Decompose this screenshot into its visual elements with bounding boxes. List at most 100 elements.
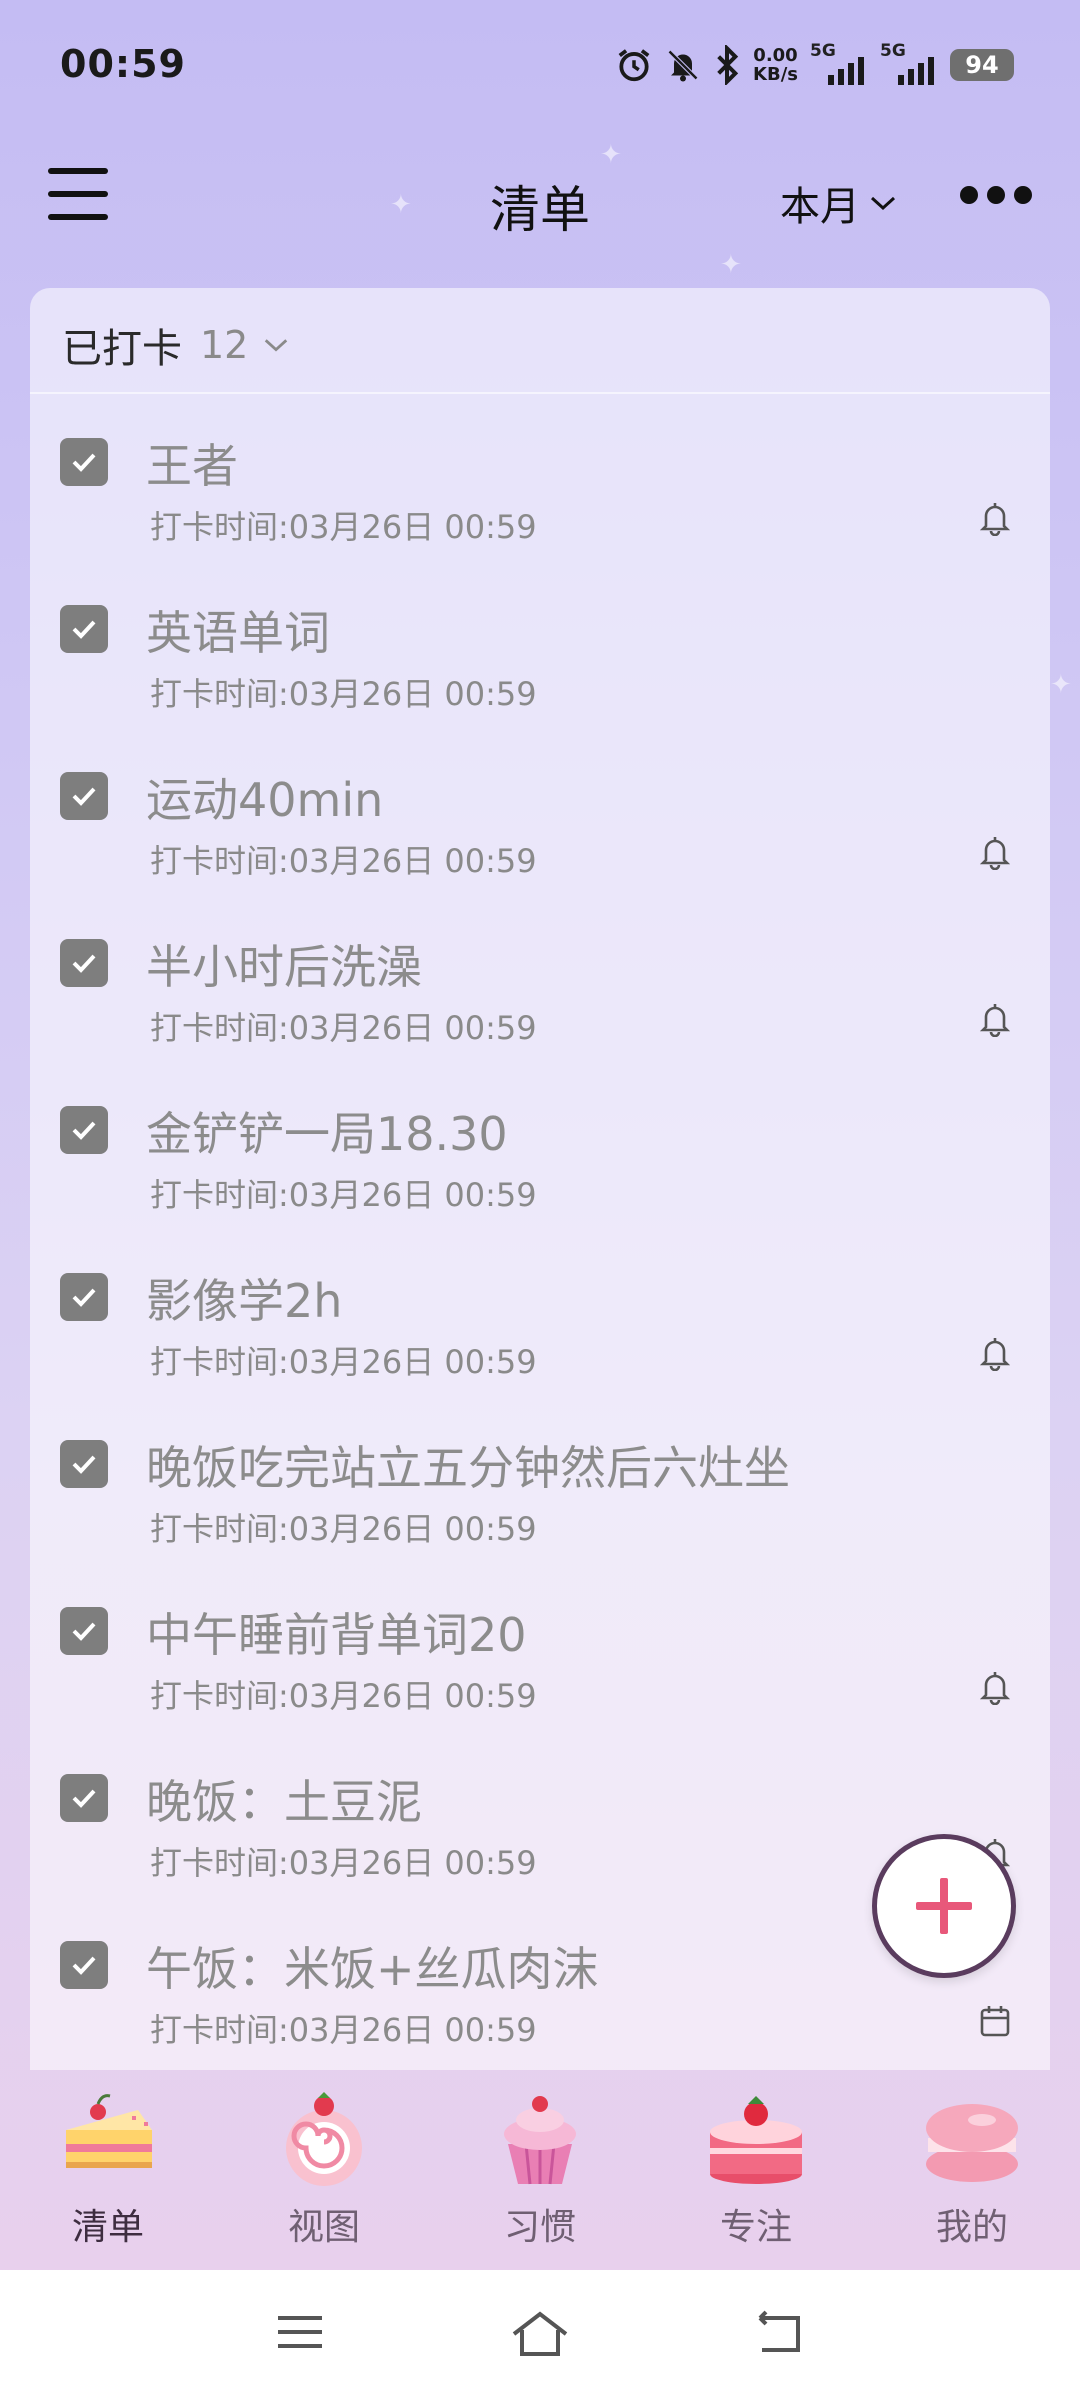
task-title: 晚饭吃完站立五分钟然后六灶坐 [146,1441,790,1495]
chevron-down-icon [265,339,288,352]
sparkle-decoration: ✦ [1050,670,1072,700]
network-speed-unit: KB/s [753,64,798,85]
more-options-button[interactable] [960,186,1032,204]
alarm-icon [618,49,650,82]
task-checkin-time: 打卡时间:03月26日 00:59 [150,1343,537,1381]
checkmark-icon [72,954,96,973]
task-row[interactable]: 影像学2h 打卡时间:03月26日 00:59 [30,1235,1050,1402]
bluetooth-icon [717,45,739,85]
signal-strength-1: 5G [810,41,868,85]
task-checkbox[interactable] [60,1607,108,1655]
task-checkbox[interactable] [60,772,108,820]
task-checkin-time: 打卡时间:03月26日 00:59 [150,1510,537,1548]
app-header: 清单 本月 [0,150,1080,250]
bell-icon [979,1672,1011,1705]
back-icon[interactable] [754,2310,804,2356]
task-row[interactable]: 晚饭吃完站立五分钟然后六灶坐打卡时间:03月26日 00:59 [30,1402,1050,1569]
task-title: 王者 [146,439,238,493]
task-title: 金铲铲一局18.30 [146,1107,508,1161]
checkmark-icon [72,453,96,472]
bell-icon [979,1338,1011,1371]
task-checkbox[interactable] [60,1273,108,1321]
checkmark-icon [72,1956,96,1975]
task-checkbox[interactable] [60,939,108,987]
task-row[interactable]: 中午睡前背单词20 打卡时间:03月26日 00:59 [30,1569,1050,1736]
nav-label: 视图 [287,2207,360,2248]
task-row[interactable]: 王者打卡时间:03月26日 00:59 [30,400,1050,567]
task-row[interactable]: 英语单词 打卡时间:03月26日 00:59 [30,567,1050,734]
task-checkin-time: 打卡时间:03月26日 00:59 [150,1677,537,1715]
nav-item-habit[interactable]: 习惯 [432,2070,648,2270]
status-icons: 0.00 KB/s 5G 5G 94 [615,40,1014,90]
task-row[interactable]: 运动40min 打卡时间:03月26日 00:59 [30,734,1050,901]
group-title: 已打卡 [62,326,182,372]
task-list-card: 已打卡 12 王者 打卡时间:03月26日 00:59 英语单词 打卡时间:03月26… [30,288,1050,2070]
task-checkbox[interactable] [60,605,108,653]
macaron-icon [926,2104,1018,2182]
home-icon[interactable] [510,2310,570,2358]
bell-icon [979,503,1011,536]
cupcake-icon [504,2096,576,2185]
signal-strength-2: 5G [880,41,938,85]
network-speed-value: 0.00 [753,45,798,66]
task-row[interactable]: 半小时后洗澡打卡时间:03月26日 00:59 [30,901,1050,1068]
page-title: 清单 [490,181,590,239]
status-time: 00:59 [60,42,186,86]
task-checkin-time: 打卡时间:03月26日 00:59 [150,842,537,880]
checkmark-icon [72,787,96,806]
network-speed: 0.00 KB/s [753,46,798,84]
nav-label: 专注 [719,2207,792,2248]
nav-label: 习惯 [503,2207,576,2248]
task-checkin-time: 打卡时间:03月26日 00:59 [150,1844,537,1882]
task-checkbox[interactable] [60,1774,108,1822]
nav-item-view[interactable]: 视图 [216,2070,432,2270]
system-navigation-bar [0,2270,1080,2400]
bell-icon [979,1004,1011,1037]
more-dot-icon [960,186,978,204]
strawberry-cake-icon [710,2096,802,2184]
signal-icon [898,57,934,85]
task-list: 王者 打卡时间:03月26日 00:59 英语单词 打卡时间:03月26日 00:59… [30,400,1050,2070]
period-dropdown[interactable]: 本月 [780,174,898,232]
group-count: 12 [200,323,249,367]
checkmark-icon [72,1288,96,1307]
checkmark-icon [72,1789,96,1808]
task-title: 英语单词 [146,606,330,660]
task-title: 中午睡前背单词20 [146,1608,527,1662]
more-dot-icon [1014,186,1032,204]
task-title: 晚饭：土豆泥 [146,1775,422,1829]
add-task-button[interactable] [872,1834,1016,1978]
plus-icon [916,1878,972,1934]
checkmark-icon [72,1455,96,1474]
task-title: 半小时后洗澡 [146,940,422,994]
completed-group-header[interactable]: 已打卡 12 [62,316,290,374]
nav-label: 我的 [935,2207,1008,2248]
nav-item-profile[interactable]: 我的 [864,2070,1080,2270]
checkmark-icon [72,620,96,639]
task-title: 运动40min [146,773,384,827]
checkmark-icon [72,1121,96,1140]
task-checkbox[interactable] [60,1440,108,1488]
task-checkin-time: 打卡时间:03月26日 00:59 [150,1176,537,1214]
task-checkbox[interactable] [60,1106,108,1154]
sparkle-decoration: ✦ [720,250,742,280]
task-title: 影像学2h [146,1274,343,1328]
task-checkin-time: 打卡时间:03月26日 00:59 [150,508,537,546]
nav-item-focus[interactable]: 专注 [648,2070,864,2270]
status-bar: 00:59 0.00 KB/s 5G 5G 94 [0,0,1080,130]
task-row[interactable]: 金铲铲一局18.30 打卡时间:03月26日 00:59 [30,1068,1050,1235]
task-checkbox[interactable] [60,1941,108,1989]
signal-icon [828,57,864,85]
bell-muted-icon [667,49,699,82]
battery-indicator: 94 [950,49,1014,81]
recent-apps-icon[interactable] [276,2310,324,2354]
divider [30,392,1050,394]
more-dot-icon [987,186,1005,204]
nav-label: 清单 [71,2207,144,2248]
chevron-down-icon [870,196,896,211]
bottom-navigation: 清单 视图 习惯 专注 我的 [0,2070,1080,2270]
nav-item-list[interactable]: 清单 [0,2070,216,2270]
task-checkbox[interactable] [60,438,108,486]
task-checkin-time: 打卡时间:03月26日 00:59 [150,1009,537,1047]
calendar-icon [980,2006,1010,2037]
